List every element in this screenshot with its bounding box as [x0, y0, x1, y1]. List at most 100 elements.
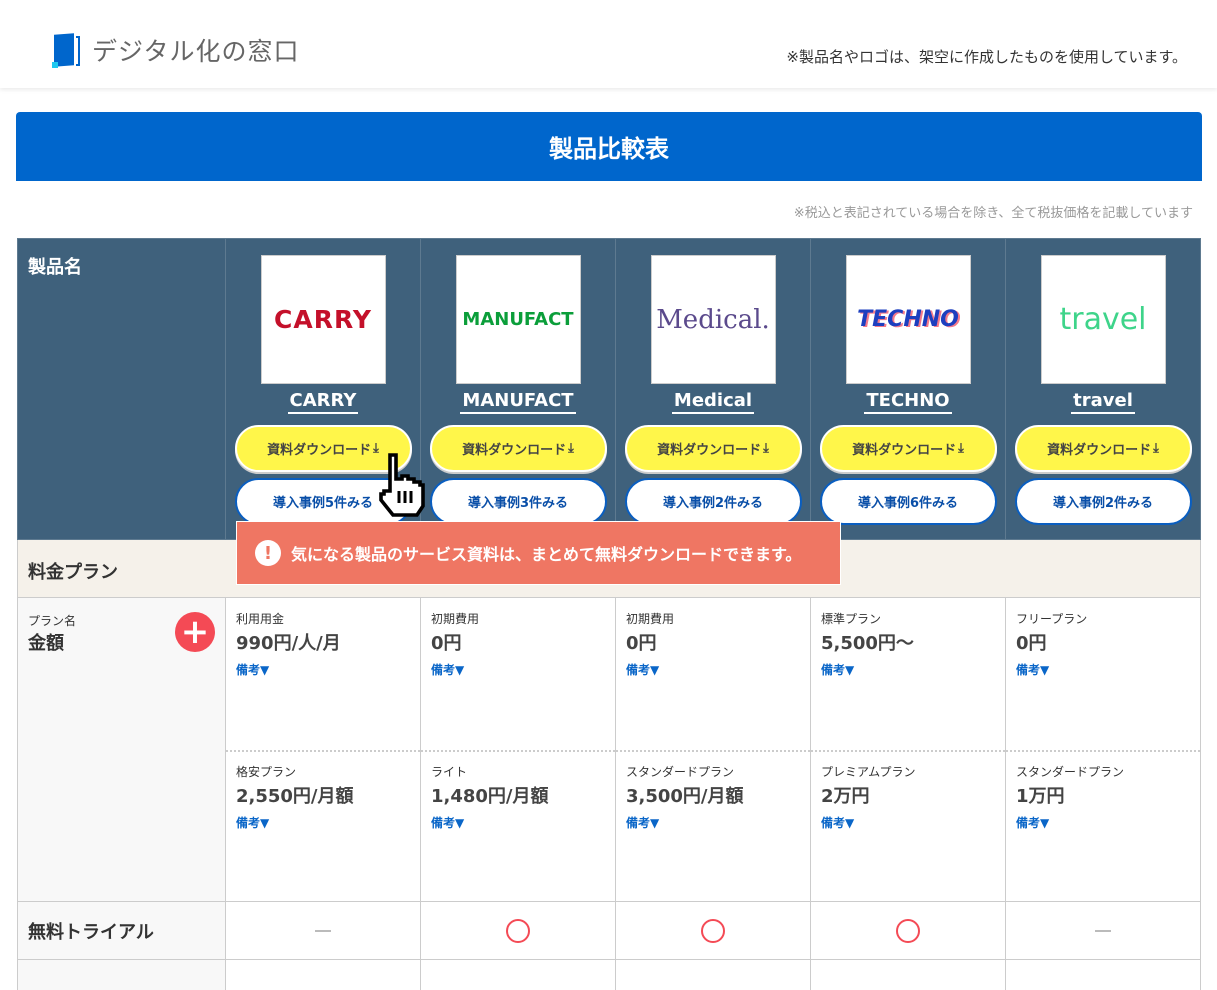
plan: 初期費用 0円 備考▼: [421, 598, 489, 690]
download-button[interactable]: 資料ダウンロード ⤓: [624, 425, 802, 472]
case-studies-button[interactable]: 導入事例2件みる: [624, 478, 802, 525]
product-name-link[interactable]: CARRY: [287, 390, 359, 414]
plan-note-toggle[interactable]: 備考▼: [821, 661, 914, 678]
hand-cursor-icon: [379, 453, 425, 517]
logo-text: MANUFACT: [462, 309, 574, 330]
page-title: 製品比較表: [16, 112, 1202, 181]
divider: [811, 750, 1005, 752]
download-button[interactable]: 資料ダウンロード ⤓: [429, 425, 607, 472]
product-logo[interactable]: CARRY: [260, 255, 386, 384]
plan-name: スタンダードプラン: [626, 765, 735, 779]
pricing-cell: フリープラン 0円 備考▼ スタンダードプラン 1万円 備考▼: [1006, 598, 1201, 902]
site-header: デジタル化の窓口 ※製品名やロゴは、架空に作成したものを使用しています。: [0, 0, 1217, 88]
pricing-cell: 利用用金 990円/人/月 備考▼ 格安プラン 2,550円/月額 備考▼: [226, 598, 421, 902]
plan-price: 5,500円〜: [821, 633, 914, 654]
plan: スタンダードプラン 1万円 備考▼: [1006, 751, 1134, 843]
download-icon: ⤓: [568, 441, 574, 456]
plan: 利用用金 990円/人/月 備考▼: [226, 598, 351, 690]
download-button[interactable]: 資料ダウンロード ⤓: [819, 425, 997, 472]
plan-note-toggle[interactable]: 備考▼: [431, 814, 549, 831]
plan: 初期費用 0円 備考▼: [616, 598, 684, 690]
case-studies-button[interactable]: 導入事例3件みる: [429, 478, 607, 525]
plan-price: 1,480円/月額: [431, 786, 549, 807]
plan-note-toggle[interactable]: 備考▼: [626, 661, 674, 678]
plan: 標準プラン 5,500円〜 備考▼: [811, 598, 924, 690]
logo-text: CARRY: [274, 305, 372, 334]
plan-note-toggle[interactable]: 備考▼: [1016, 661, 1087, 678]
product-header-medical: Medical. Medical 資料ダウンロード ⤓ 導入事例2件みる: [616, 238, 811, 540]
divider: [421, 750, 615, 752]
plan-price: 2万円: [821, 786, 870, 807]
plan-name: プレミアムプラン: [821, 765, 916, 779]
product-header-manufact: MANUFACT MANUFACT 資料ダウンロード ⤓ 導入事例3件みる: [421, 238, 616, 540]
tax-note: ※税込と表記されている場合を除き、全て税抜価格を記載しています: [793, 206, 1193, 221]
available-circle-icon: [506, 918, 530, 943]
site-name: デジタル化の窓口: [92, 37, 300, 66]
next-row-label: [17, 960, 226, 990]
exclamation-icon: !: [255, 540, 281, 566]
divider: [1006, 750, 1200, 752]
plan-name: 格安プラン: [236, 765, 297, 779]
plan-note-toggle[interactable]: 備考▼: [236, 661, 341, 678]
plan-name: スタンダードプラン: [1016, 765, 1125, 779]
plan-price: 1万円: [1016, 786, 1065, 807]
unavailable-dash-icon: [315, 929, 331, 932]
product-name-label: 製品名: [17, 238, 226, 540]
download-icon: ⤓: [763, 441, 769, 456]
product-name-link[interactable]: TECHNO: [864, 390, 952, 414]
plan-name: 標準プラン: [821, 612, 882, 626]
site-logo[interactable]: デジタル化の窓口: [52, 32, 300, 68]
next-row-cell: [226, 960, 421, 990]
plan-note-toggle[interactable]: 備考▼: [821, 814, 915, 831]
plan-price: 0円: [1016, 633, 1047, 654]
next-row-cell: [811, 960, 1006, 990]
logo-text: TECHNO: [857, 307, 959, 332]
case-studies-button[interactable]: 導入事例6件みる: [819, 478, 997, 525]
product-logo[interactable]: travel: [1040, 255, 1166, 384]
plan-note-toggle[interactable]: 備考▼: [626, 814, 744, 831]
available-circle-icon: [896, 918, 920, 943]
case-studies-button[interactable]: 導入事例2件みる: [1014, 478, 1192, 525]
pricing-cell: 初期費用 0円 備考▼ スタンダードプラン 3,500円/月額 備考▼: [616, 598, 811, 902]
plan-price: 0円: [431, 633, 462, 654]
divider: [616, 750, 810, 752]
plan: 格安プラン 2,550円/月額 備考▼: [226, 751, 364, 843]
product-header-techno: TECHNO TECHNO 資料ダウンロード ⤓ 導入事例6件みる: [811, 238, 1006, 540]
plan-price: 990円/人/月: [236, 633, 341, 654]
trial-cell: [1006, 902, 1201, 960]
logo-mark-icon: [52, 32, 82, 68]
product-logo[interactable]: TECHNO: [845, 255, 971, 384]
plan-note-toggle[interactable]: 備考▼: [431, 661, 479, 678]
download-button[interactable]: 資料ダウンロード ⤓: [1014, 425, 1192, 472]
product-name-link[interactable]: travel: [1071, 390, 1135, 414]
logo-text: Medical.: [656, 304, 770, 335]
plan: スタンダードプラン 3,500円/月額 備考▼: [616, 751, 754, 843]
download-label: 資料ダウンロード: [462, 443, 567, 458]
pricing-cell: 初期費用 0円 備考▼ ライト 1,480円/月額 備考▼: [421, 598, 616, 902]
available-circle-icon: [701, 918, 725, 943]
plan-price: 0円: [626, 633, 657, 654]
plan-name: フリープラン: [1016, 612, 1088, 626]
product-name-link[interactable]: MANUFACT: [460, 390, 576, 414]
unavailable-dash-icon: [1095, 929, 1111, 932]
trial-cell: [226, 902, 421, 960]
trial-cell: [421, 902, 616, 960]
product-logo[interactable]: Medical.: [650, 255, 776, 384]
plan-note-toggle[interactable]: 備考▼: [236, 814, 354, 831]
tooltip-text: 気になる製品のサービス資料は、まとめて無料ダウンロードできます。: [291, 545, 802, 564]
plan-price: 3,500円/月額: [626, 786, 744, 807]
trial-cell: [616, 902, 811, 960]
trial-label: 無料トライアル: [17, 902, 226, 960]
product-name-link[interactable]: Medical: [671, 390, 755, 414]
pricing-cell: 標準プラン 5,500円〜 備考▼ プレミアムプラン 2万円 備考▼: [811, 598, 1006, 902]
product-header-travel: travel travel 資料ダウンロード ⤓ 導入事例2件みる: [1006, 238, 1201, 540]
plan-name: 初期費用: [431, 612, 480, 626]
plan-name: 利用用金: [236, 612, 285, 626]
product-logo[interactable]: MANUFACT: [455, 255, 581, 384]
expand-plus-icon[interactable]: +: [175, 612, 215, 652]
plan-name: ライト: [431, 765, 468, 779]
plan-note-toggle[interactable]: 備考▼: [1016, 814, 1124, 831]
plan-price: 2,550円/月額: [236, 786, 354, 807]
download-tooltip: ! 気になる製品のサービス資料は、まとめて無料ダウンロードできます。: [236, 521, 841, 585]
divider: [226, 750, 420, 752]
